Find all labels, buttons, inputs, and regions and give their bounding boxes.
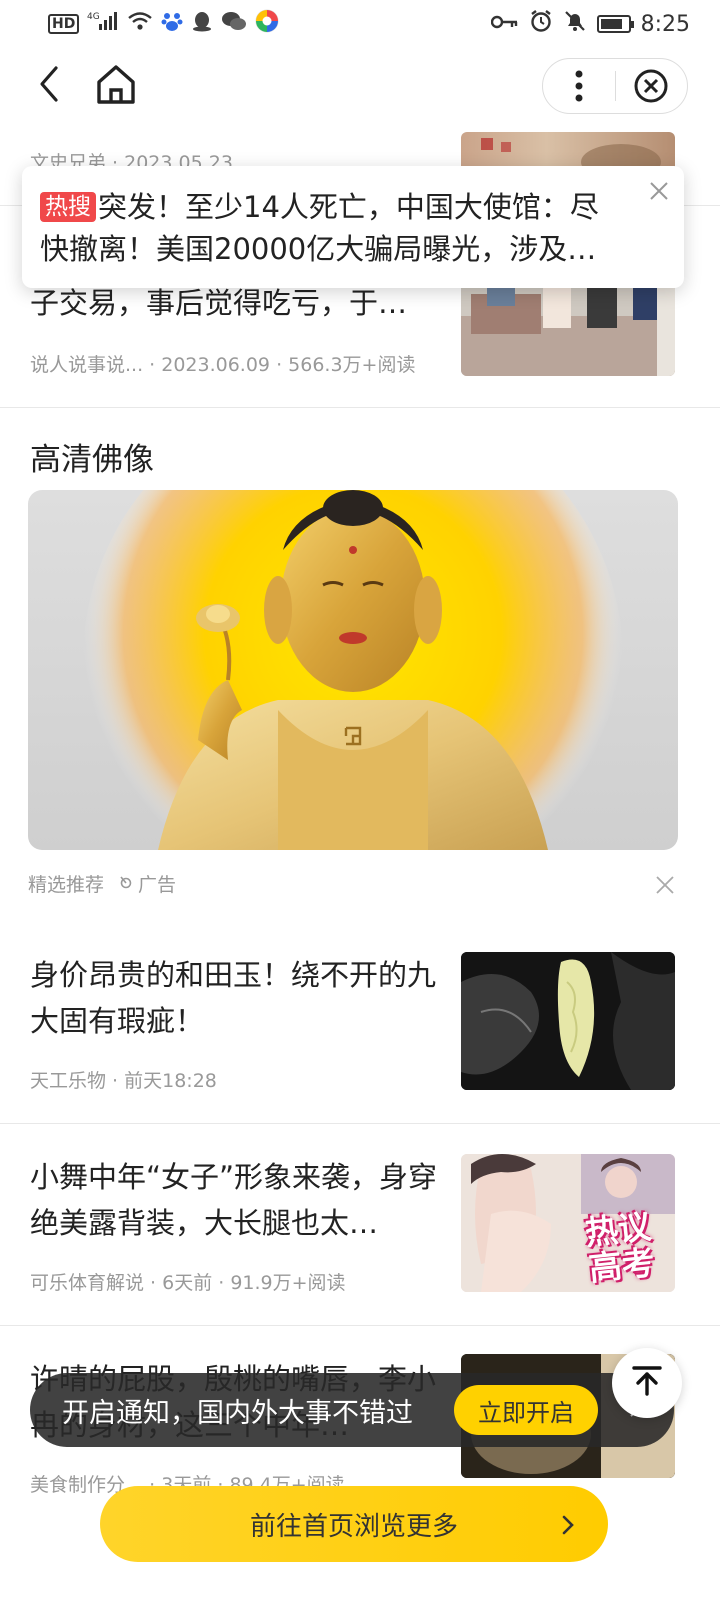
- hd-badge: HD: [48, 14, 80, 34]
- ad-title[interactable]: 高清佛像: [30, 434, 154, 479]
- alarm-icon: [529, 9, 553, 39]
- clock-time: 8:25: [640, 11, 690, 37]
- battery-icon: [596, 15, 634, 33]
- wechat-icon: [221, 10, 247, 38]
- wifi-icon: [127, 11, 153, 37]
- close-circle-icon[interactable]: [616, 59, 688, 113]
- article-thumbnail: [461, 952, 675, 1090]
- ad-info-icon: [118, 873, 134, 895]
- app-icon: [255, 9, 279, 39]
- battery-fill: [600, 19, 622, 29]
- arrow-up-to-top-icon: [630, 1364, 664, 1402]
- status-right: 8:25: [490, 9, 690, 39]
- key-icon: [490, 12, 519, 37]
- chevron-right-icon: [562, 1512, 574, 1535]
- notification-text: 开启通知，国内外大事不错过: [62, 1397, 413, 1429]
- status-left: HD 4G: [48, 9, 279, 39]
- ad-tag-label: 广告: [138, 874, 177, 896]
- mini-program-capsule: [542, 58, 688, 114]
- ad-tag: 广告: [118, 870, 176, 897]
- ad-image[interactable]: [28, 490, 678, 850]
- hot-search-text: 热搜 突发！至少14人死亡，中国大使馆：尽快撤离！美国20000亿大骗局曝光，涉及…: [40, 186, 624, 270]
- ad-label: 精选推荐: [28, 874, 105, 896]
- bell-muted-icon: [563, 9, 587, 39]
- go-home-button[interactable]: 前往首页浏览更多: [100, 1486, 608, 1562]
- network-label: 4G: [87, 12, 100, 22]
- more-vertical-icon[interactable]: [543, 59, 615, 113]
- signal-icon: 4G: [87, 10, 119, 38]
- close-icon[interactable]: [654, 874, 676, 896]
- close-icon[interactable]: [648, 180, 670, 202]
- article-thumbnail: 热议高考: [461, 1154, 675, 1292]
- home-icon[interactable]: [92, 60, 140, 108]
- status-bar: HD 4G 8:25: [0, 0, 720, 48]
- article-meta: 说人说事说... · 2023.06.09 · 566.3万+阅读: [30, 354, 416, 376]
- article-title: 小舞中年“女子”形象来袭，身穿绝美露背装，大长腿也太…: [30, 1160, 438, 1240]
- back-to-top-button[interactable]: [612, 1348, 682, 1418]
- ad-meta: 精选推荐 广告: [28, 870, 176, 897]
- hot-search-headline: 突发！至少14人死亡，中国大使馆：尽快撤离！美国20000亿大骗局曝光，涉及新…: [40, 190, 599, 266]
- list-item[interactable]: 小舞中年“女子”形象来袭，身穿绝美露背装，大长腿也太… 可乐体育解说 · 6天前…: [0, 1124, 720, 1326]
- nav-bar: [0, 52, 720, 118]
- enable-notification-button[interactable]: 立即开启: [454, 1385, 598, 1435]
- article-title: 身价昂贵的和田玉！绕不开的九大固有瑕疵！: [30, 958, 437, 1038]
- hot-search-badge: 热搜: [40, 192, 96, 222]
- back-arrow-icon[interactable]: [30, 62, 74, 106]
- article-meta: 天工乐物 · 前天18:28: [30, 1070, 217, 1092]
- go-home-label: 前往首页浏览更多: [249, 1511, 458, 1542]
- list-item[interactable]: 身价昂贵的和田玉！绕不开的九大固有瑕疵！ 天工乐物 · 前天18:28: [0, 922, 720, 1124]
- article-meta: 可乐体育解说 · 6天前 · 91.9万+阅读: [30, 1272, 346, 1294]
- notification-prompt: 开启通知，国内外大事不错过 立即开启: [30, 1373, 674, 1447]
- thumbnail-hot-overlay: 热议高考: [583, 1206, 657, 1289]
- qq-icon: [191, 10, 213, 38]
- baidu-paw-icon: [161, 10, 183, 38]
- hot-search-popup[interactable]: 热搜 突发！至少14人死亡，中国大使馆：尽快撤离！美国20000亿大骗局曝光，涉及…: [22, 166, 684, 288]
